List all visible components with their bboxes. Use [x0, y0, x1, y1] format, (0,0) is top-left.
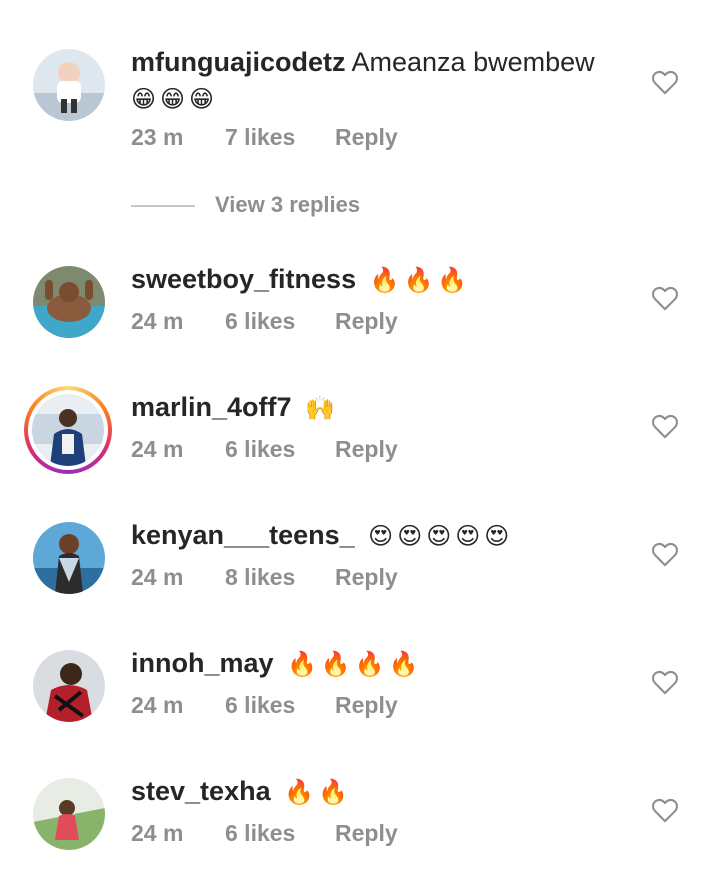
comment-text-line: innoh_may 🔥🔥🔥🔥 — [131, 647, 423, 681]
comment-time: 23 m — [131, 124, 184, 150]
comment-meta: 23 m 7 likes Reply — [131, 124, 398, 151]
comment-username[interactable]: mfunguajicodetz — [131, 47, 346, 77]
comment-emojis: 🔥🔥🔥🔥 — [287, 651, 423, 678]
avatar[interactable] — [33, 522, 105, 594]
comment-text-line: kenyan___teens_ 😍😍😍😍😍 — [131, 519, 513, 553]
comment-text-line: sweetboy_fitness 🔥🔥🔥 — [131, 263, 471, 297]
reply-button[interactable]: Reply — [335, 820, 398, 847]
reply-button[interactable]: Reply — [335, 564, 398, 591]
comment-text-line: marlin_4off7 🙌 — [131, 391, 339, 425]
comment-username[interactable]: innoh_may — [131, 648, 274, 678]
avatar[interactable] — [32, 394, 104, 466]
comment-time: 24 m — [131, 820, 184, 846]
comment-time: 24 m — [131, 308, 184, 334]
comment-emojis: 🔥🔥🔥 — [369, 267, 472, 294]
comment-meta: 24 m 6 likes Reply — [131, 308, 398, 335]
comment-likes[interactable]: 7 likes — [225, 124, 335, 151]
comment-emojis: 😁😁😁 — [131, 86, 219, 113]
heart-outline-icon[interactable] — [651, 669, 679, 695]
comment-text: Ameanza bwembew — [351, 47, 595, 77]
avatar[interactable] — [33, 650, 105, 722]
comment-emojis: 🙌 — [305, 395, 339, 422]
comment-username[interactable]: sweetboy_fitness — [131, 264, 356, 294]
comment-likes[interactable]: 6 likes — [225, 820, 335, 847]
comment-text-line: mfunguajicodetz Ameanza bwembew — [131, 46, 595, 78]
reply-button[interactable]: Reply — [335, 692, 398, 719]
comment-meta: 24 m 8 likes Reply — [131, 564, 398, 591]
heart-outline-icon[interactable] — [651, 69, 679, 95]
reply-button[interactable]: Reply — [335, 436, 398, 463]
comment-username[interactable]: kenyan___teens_ — [131, 520, 355, 550]
avatar[interactable] — [33, 49, 105, 121]
story-ring[interactable] — [24, 386, 112, 474]
comment-meta: 24 m 6 likes Reply — [131, 692, 398, 719]
comment-likes[interactable]: 6 likes — [225, 692, 335, 719]
divider — [131, 205, 195, 208]
comment-meta: 24 m 6 likes Reply — [131, 820, 398, 847]
comment-likes[interactable]: 6 likes — [225, 436, 335, 463]
reply-button[interactable]: Reply — [335, 308, 398, 335]
comment-emojis: 😍😍😍😍😍 — [368, 523, 514, 550]
comment-likes[interactable]: 6 likes — [225, 308, 335, 335]
avatar[interactable] — [33, 266, 105, 338]
heart-outline-icon[interactable] — [651, 541, 679, 567]
heart-outline-icon[interactable] — [651, 413, 679, 439]
comment-time: 24 m — [131, 436, 184, 462]
view-replies-label[interactable]: View 3 replies — [215, 192, 360, 217]
comment-username[interactable]: stev_texha — [131, 776, 271, 806]
comment-time: 24 m — [131, 564, 184, 590]
reply-button[interactable]: Reply — [335, 124, 398, 151]
heart-outline-icon[interactable] — [651, 797, 679, 823]
comment-likes[interactable]: 8 likes — [225, 564, 335, 591]
view-replies-button[interactable]: View 3 replies — [131, 192, 360, 222]
avatar[interactable] — [33, 778, 105, 850]
comment-meta: 24 m 6 likes Reply — [131, 436, 398, 463]
comment-emoji-line: 😁😁😁 — [131, 82, 218, 116]
heart-outline-icon[interactable] — [651, 285, 679, 311]
comment-time: 24 m — [131, 692, 184, 718]
comment-username[interactable]: marlin_4off7 — [131, 392, 292, 422]
comment-emojis: 🔥🔥 — [284, 779, 352, 806]
comment-text-line: stev_texha 🔥🔥 — [131, 775, 352, 809]
